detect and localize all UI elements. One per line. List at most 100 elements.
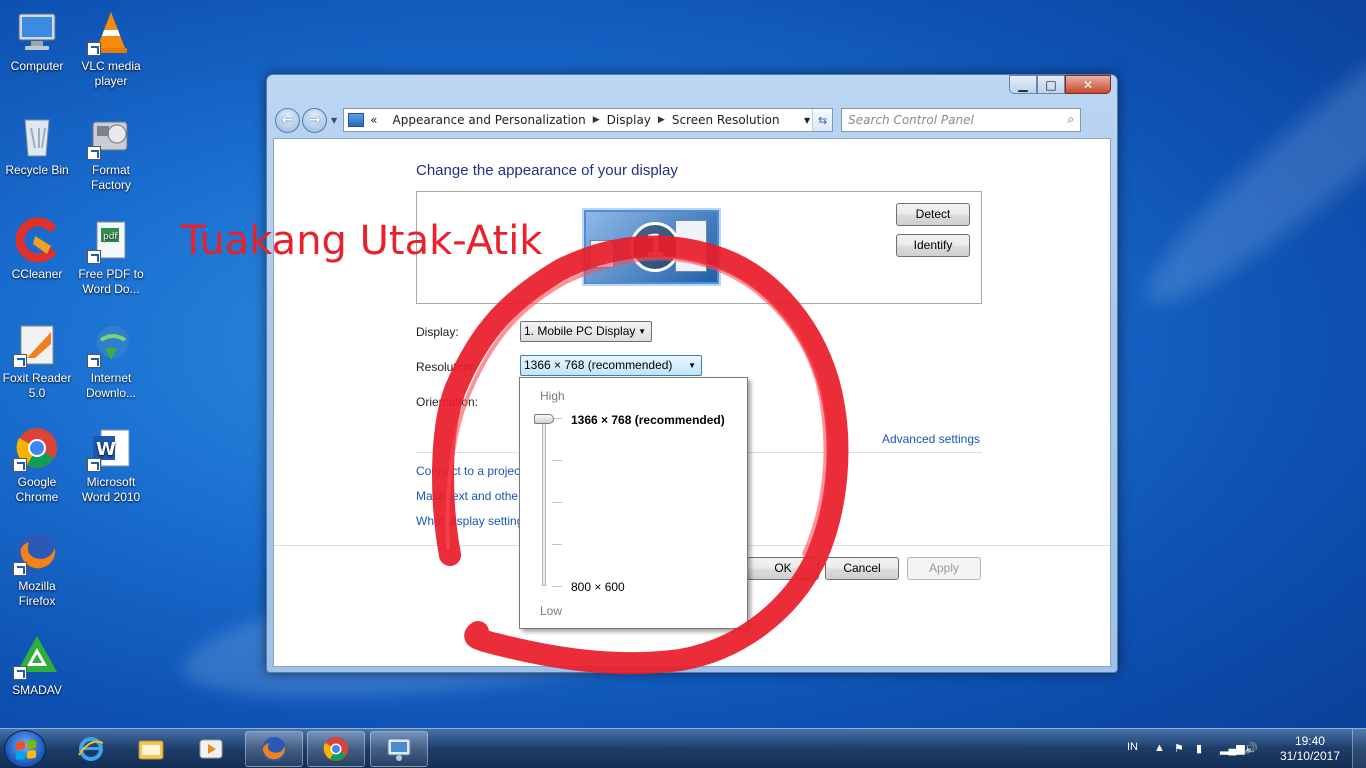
show-desktop-button[interactable] bbox=[1352, 729, 1366, 768]
desktop-icon-internet-download-manager[interactable]: Internet Downlo... bbox=[74, 320, 148, 401]
show-hidden-icons-icon[interactable]: ▲ bbox=[1154, 742, 1168, 755]
breadcrumb-appearance[interactable]: Appearance and Personalization bbox=[393, 113, 586, 127]
min-resolution-option[interactable]: 800 × 600 bbox=[571, 580, 625, 594]
resolution-select[interactable]: 1366 × 768 (recommended) ▼ bbox=[520, 355, 702, 376]
navigation-toolbar: ← → ▼ « Appearance and Personalization ▶… bbox=[275, 106, 1109, 134]
address-bar[interactable]: « Appearance and Personalization ▶ Displ… bbox=[343, 108, 834, 132]
resolution-slider-thumb[interactable] bbox=[534, 414, 554, 424]
desktop-icon-computer[interactable]: Computer bbox=[0, 8, 74, 74]
resolution-select-value: 1366 × 768 (recommended) bbox=[524, 358, 673, 372]
refresh-button[interactable]: ⇆ bbox=[812, 109, 833, 131]
power-icon[interactable]: ▮ bbox=[1196, 742, 1210, 755]
start-button[interactable] bbox=[4, 730, 46, 768]
monitor-number: 1 bbox=[630, 222, 680, 272]
language-indicator[interactable]: IN bbox=[1127, 741, 1138, 753]
internet-download-manager-icon bbox=[87, 320, 135, 368]
desktop-icon-vlc[interactable]: VLC media player bbox=[74, 8, 148, 89]
pdf-to-word-icon: pdf bbox=[87, 216, 135, 264]
volume-icon[interactable]: 🔊 bbox=[1244, 742, 1258, 755]
action-center-flag-icon[interactable]: ⚑ bbox=[1174, 742, 1188, 755]
search-placeholder: Search Control Panel bbox=[848, 113, 974, 127]
close-icon: ✕ bbox=[1082, 77, 1094, 92]
current-resolution-option[interactable]: 1366 × 768 (recommended) bbox=[571, 413, 725, 427]
maximize-button[interactable]: □ bbox=[1037, 75, 1065, 94]
firefox-icon bbox=[262, 737, 286, 761]
breadcrumb-screen-resolution[interactable]: Screen Resolution bbox=[672, 113, 780, 127]
taskbar: IN ▲ ⚑ ▮ ▂▄▆ 🔊 19:40 31/10/2017 bbox=[0, 728, 1366, 768]
desktop-icon-format-factory[interactable]: Format Factory bbox=[74, 112, 148, 193]
breadcrumb-separator-icon[interactable]: ▶ bbox=[658, 115, 665, 125]
chrome-icon bbox=[323, 737, 348, 761]
detect-button[interactable]: Detect bbox=[896, 203, 970, 226]
desktop-icon-ccleaner[interactable]: CCleaner bbox=[0, 216, 74, 282]
network-signal-icon[interactable]: ▂▄▆ bbox=[1220, 742, 1245, 755]
taskbar-control-panel[interactable] bbox=[370, 731, 428, 767]
window-controls: ▁ □ ✕ bbox=[1009, 75, 1111, 94]
vlc-icon bbox=[87, 8, 135, 56]
desktop-icon-mozilla-firefox[interactable]: Mozilla Firefox bbox=[0, 528, 74, 609]
control-panel-icon bbox=[387, 738, 411, 761]
resolution-slider-track[interactable] bbox=[542, 418, 546, 586]
recycle-bin-icon bbox=[13, 112, 61, 160]
media-player-icon bbox=[199, 739, 223, 759]
smadav-icon bbox=[13, 632, 61, 680]
orientation-label: Orientation: bbox=[416, 395, 479, 409]
desktop-icon-smadav[interactable]: SMADAV bbox=[0, 632, 74, 698]
internet-explorer-icon bbox=[78, 737, 104, 761]
ccleaner-icon bbox=[13, 216, 61, 264]
svg-text:W: W bbox=[96, 439, 116, 460]
computer-icon bbox=[13, 8, 61, 56]
refresh-icon: ⇆ bbox=[818, 113, 828, 127]
display-select-value: 1. Mobile PC Display bbox=[524, 324, 636, 338]
back-button[interactable]: ← bbox=[275, 107, 300, 133]
back-arrow-icon: ← bbox=[281, 112, 294, 128]
forward-arrow-icon: → bbox=[308, 112, 321, 128]
close-button[interactable]: ✕ bbox=[1065, 75, 1111, 94]
chevron-down-icon: ▼ bbox=[638, 327, 646, 336]
svg-text:pdf: pdf bbox=[103, 232, 118, 242]
windows-logo-icon bbox=[16, 739, 36, 761]
watermark-text: Tuakang Utak-Atik bbox=[181, 218, 543, 264]
breadcrumb-display[interactable]: Display bbox=[607, 113, 651, 127]
address-dropdown-icon[interactable]: ▼ bbox=[804, 116, 810, 125]
identify-button[interactable]: Identify bbox=[896, 234, 970, 257]
breadcrumb-prefix[interactable]: « bbox=[370, 113, 377, 127]
foxit-reader-icon bbox=[13, 320, 61, 368]
display-select[interactable]: 1. Mobile PC Display ▼ bbox=[520, 321, 652, 342]
cancel-button[interactable]: Cancel bbox=[825, 557, 899, 580]
taskbar-internet-explorer[interactable] bbox=[62, 731, 120, 767]
ok-button[interactable]: OK bbox=[747, 557, 819, 580]
taskbar-chrome[interactable] bbox=[307, 731, 365, 767]
minimize-button[interactable]: ▁ bbox=[1009, 75, 1037, 94]
apply-button[interactable]: Apply bbox=[907, 557, 981, 580]
chrome-icon bbox=[13, 424, 61, 472]
desktop-icon-recycle-bin[interactable]: Recycle Bin bbox=[0, 112, 74, 178]
taskbar-windows-explorer[interactable] bbox=[122, 731, 180, 767]
taskbar-media-player[interactable] bbox=[182, 731, 240, 767]
desktop-icon-free-pdf-to-word[interactable]: pdf Free PDF to Word Do... bbox=[74, 216, 148, 297]
breadcrumb-separator-icon[interactable]: ▶ bbox=[593, 115, 600, 125]
taskbar-firefox[interactable] bbox=[245, 731, 303, 767]
page-title: Change the appearance of your display bbox=[416, 162, 678, 179]
desktop-icon-foxit-reader[interactable]: Foxit Reader 5.0 bbox=[0, 320, 74, 401]
display-label: Display: bbox=[416, 325, 459, 339]
desktop-icon-google-chrome[interactable]: Google Chrome bbox=[0, 424, 74, 505]
recent-pages-dropdown[interactable]: ▼ bbox=[331, 116, 337, 125]
resolution-label: Resolution: bbox=[416, 360, 477, 374]
resolution-dropdown: High 1366 × 768 (recommended) 800 × 600 … bbox=[519, 377, 748, 629]
clock-date: 31/10/2017 bbox=[1279, 749, 1340, 763]
monitor-1-thumbnail[interactable]: 1 bbox=[584, 210, 719, 284]
forward-button[interactable]: → bbox=[302, 107, 327, 133]
desktop-icon-microsoft-word[interactable]: W Microsoft Word 2010 bbox=[74, 424, 148, 505]
firefox-icon bbox=[13, 528, 61, 576]
minimize-icon: ▁ bbox=[1018, 77, 1028, 92]
clock[interactable]: 19:40 31/10/2017 bbox=[1280, 734, 1340, 764]
maximize-icon: □ bbox=[1045, 77, 1057, 92]
connect-projector-link[interactable]: Connect to a projector bbox=[416, 464, 534, 478]
windows-explorer-icon bbox=[138, 740, 164, 760]
advanced-settings-link[interactable]: Advanced settings bbox=[882, 432, 980, 446]
control-panel-icon bbox=[348, 113, 365, 127]
format-factory-icon bbox=[87, 112, 135, 160]
search-input[interactable]: Search Control Panel ⌕ bbox=[841, 108, 1082, 132]
search-icon[interactable]: ⌕ bbox=[1067, 112, 1074, 127]
